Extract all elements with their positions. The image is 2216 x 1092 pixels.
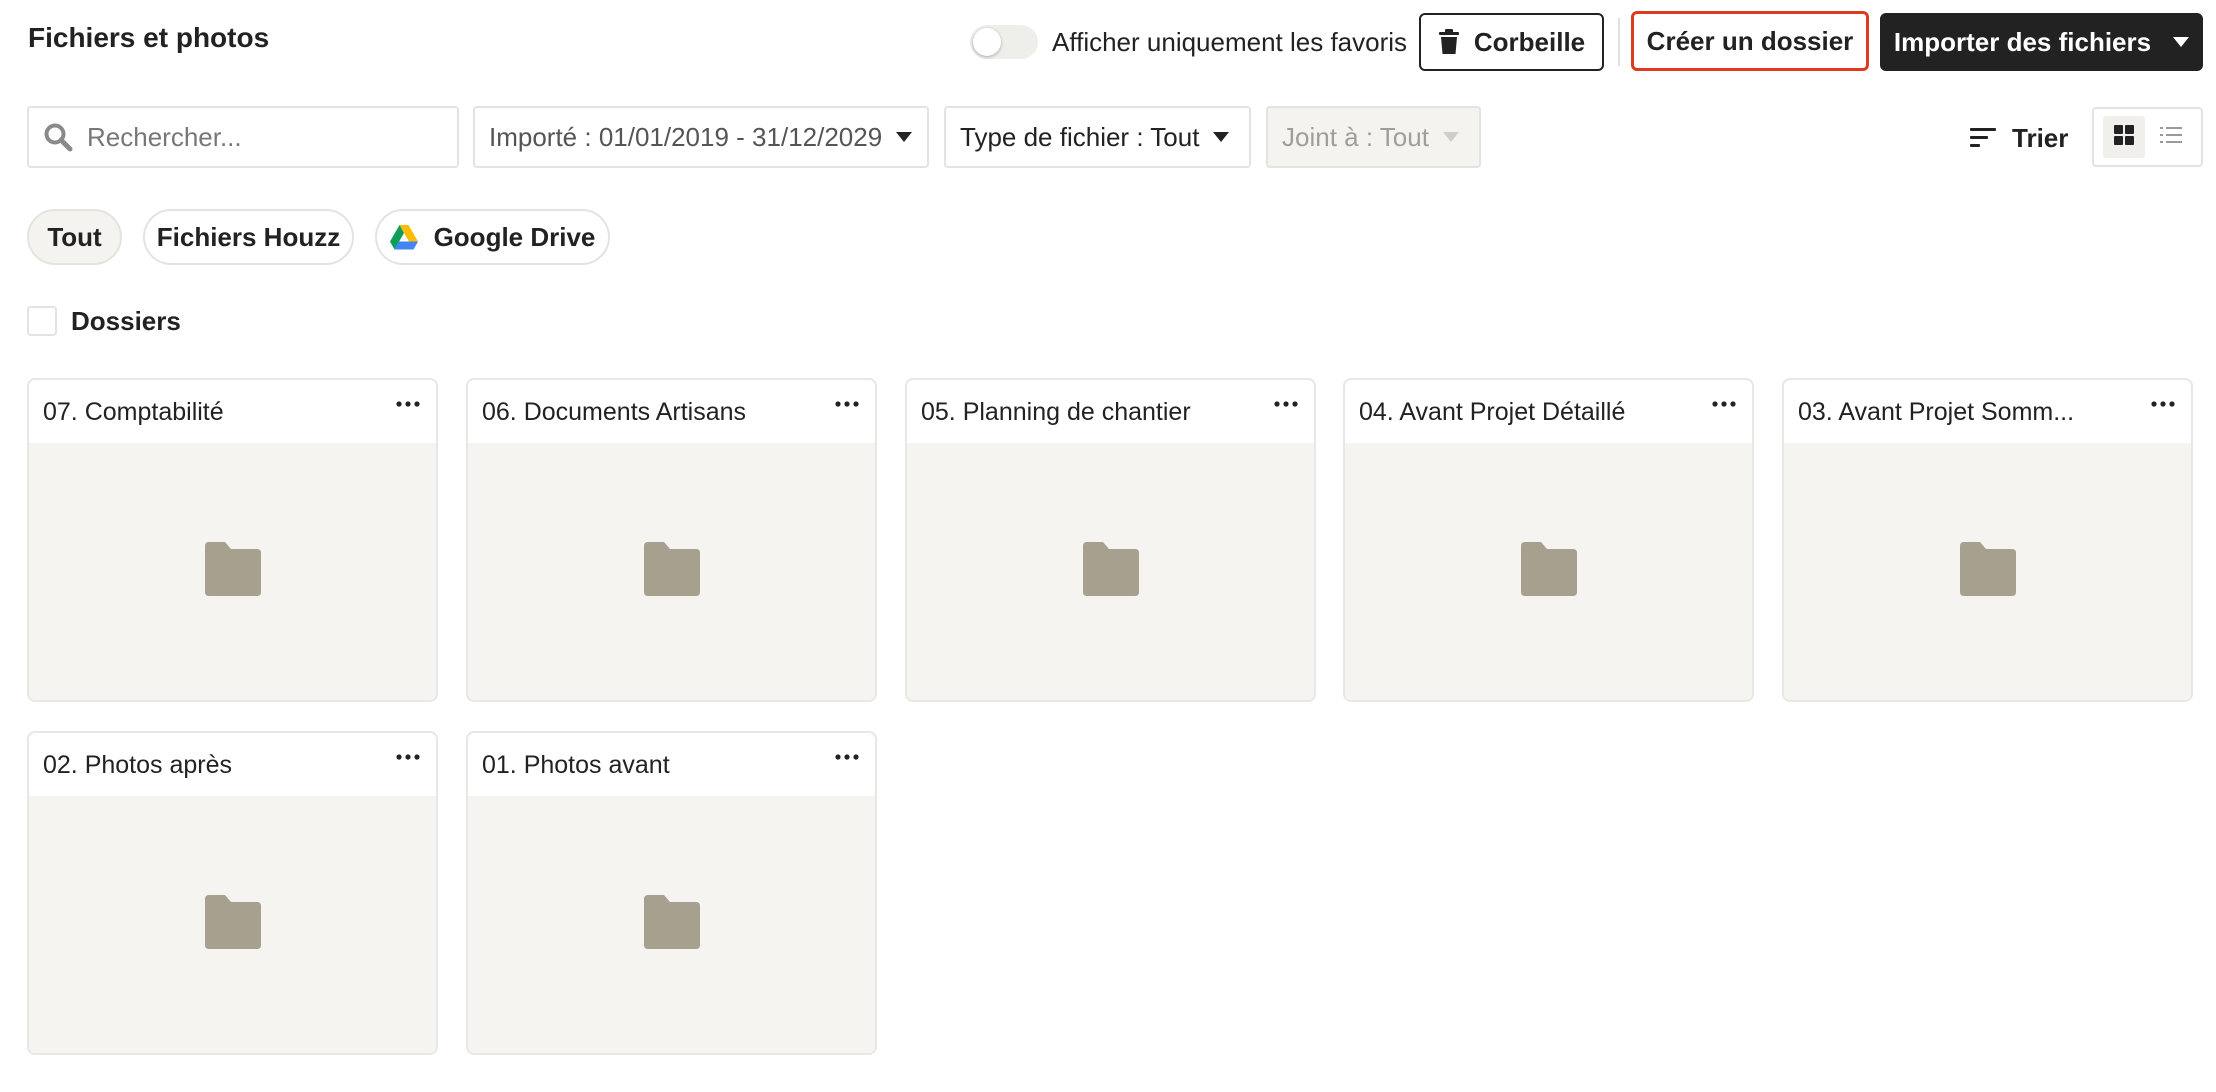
header-divider: [1618, 18, 1620, 66]
sort-label: Trier: [2012, 122, 2069, 153]
folder-preview: [1784, 443, 2191, 700]
header: Fichiers et photos Afficher uniquement l…: [0, 0, 2216, 84]
toggle-knob: [973, 28, 1001, 56]
search-input[interactable]: [85, 120, 449, 154]
folder-icon: [203, 542, 263, 601]
folders-section-label: Dossiers: [71, 305, 181, 336]
folder-preview: [468, 796, 875, 1053]
caret-down-icon: [1442, 132, 1459, 142]
folder-name: 07. Comptabilité: [43, 398, 224, 426]
folder-preview: [907, 443, 1314, 700]
folder-card-header: 04. Avant Projet Détaillé: [1345, 380, 1752, 443]
trash-icon: [1438, 29, 1460, 55]
folder-icon: [1958, 542, 2018, 601]
source-pill-all-label: Tout: [47, 221, 102, 252]
page-title: Fichiers et photos: [28, 22, 270, 53]
folder-card[interactable]: 03. Avant Projet Somm...: [1782, 378, 2193, 702]
folder-name: 01. Photos avant: [482, 751, 670, 779]
folder-card-header: 02. Photos après: [29, 733, 436, 796]
favorites-toggle[interactable]: [970, 25, 1038, 59]
favorites-toggle-label: Afficher uniquement les favoris: [1052, 26, 1408, 57]
folder-card-header: 05. Planning de chantier: [907, 380, 1314, 443]
folder-card-header: 07. Comptabilité: [29, 380, 436, 443]
folder-name: 06. Documents Artisans: [482, 398, 747, 426]
folder-icon: [1519, 542, 1579, 601]
attached-to-filter[interactable]: Joint à : Tout: [1266, 106, 1481, 168]
more-options-icon[interactable]: [831, 394, 863, 414]
file-type-filter-label: Type de fichier : Tout: [960, 121, 1200, 152]
grid-view-button[interactable]: [2102, 116, 2145, 158]
folder-name: 05. Planning de chantier: [921, 398, 1191, 426]
more-options-icon[interactable]: [1270, 394, 1302, 414]
caret-down-icon: [1213, 132, 1230, 142]
folder-card[interactable]: 05. Planning de chantier: [905, 378, 1316, 702]
folder-card[interactable]: 04. Avant Projet Détaillé: [1343, 378, 1754, 702]
view-toggle: [2092, 107, 2203, 167]
more-options-icon[interactable]: [2147, 394, 2179, 414]
more-options-icon[interactable]: [1708, 394, 1740, 414]
folder-icon: [1081, 542, 1141, 601]
select-all-folders-checkbox[interactable]: [27, 306, 57, 336]
folder-preview: [29, 443, 436, 700]
folder-card[interactable]: 01. Photos avant: [466, 731, 877, 1055]
attached-to-filter-label: Joint à : Tout: [1282, 121, 1429, 152]
imported-date-filter-label: Importé : 01/01/2019 - 31/12/2029: [489, 121, 883, 152]
more-options-icon[interactable]: [392, 747, 424, 767]
folder-name: 03. Avant Projet Somm...: [1798, 398, 2075, 426]
import-files-label: Importer des fichiers: [1893, 26, 2152, 57]
list-view-icon: [2160, 126, 2183, 149]
folder-preview: [468, 443, 875, 700]
grid-view-icon: [2113, 124, 2134, 150]
folder-card-header: 03. Avant Projet Somm...: [1784, 380, 2191, 443]
more-options-icon[interactable]: [831, 747, 863, 767]
caret-down-icon: [2173, 37, 2190, 47]
folder-card[interactable]: 02. Photos après: [27, 731, 438, 1055]
source-pill-google-drive[interactable]: Google Drive: [375, 209, 610, 265]
source-pill-google-drive-label: Google Drive: [433, 221, 596, 252]
folder-card[interactable]: 07. Comptabilité: [27, 378, 438, 702]
folder-card[interactable]: 06. Documents Artisans: [466, 378, 877, 702]
source-pill-all[interactable]: Tout: [27, 209, 122, 265]
folder-icon: [642, 542, 702, 601]
folder-card-header: 06. Documents Artisans: [468, 380, 875, 443]
source-pill-houzz[interactable]: Fichiers Houzz: [143, 209, 354, 265]
more-options-icon[interactable]: [392, 394, 424, 414]
search-box: [27, 106, 459, 168]
imported-date-filter[interactable]: Importé : 01/01/2019 - 31/12/2029: [473, 106, 929, 168]
folder-icon: [203, 895, 263, 954]
create-folder-label: Créer un dossier: [1646, 25, 1854, 56]
sort-icon: [1970, 127, 1996, 149]
trash-button[interactable]: Corbeille: [1419, 13, 1604, 71]
folder-name: 02. Photos après: [43, 751, 233, 779]
folder-preview: [29, 796, 436, 1053]
trash-button-label: Corbeille: [1473, 26, 1586, 57]
folders-section-header: Dossiers: [27, 305, 181, 337]
folder-preview: [1345, 443, 1752, 700]
list-view-button[interactable]: [2150, 116, 2192, 158]
sort-button[interactable]: Trier: [1970, 116, 2068, 160]
google-drive-icon: [389, 224, 418, 250]
file-type-filter[interactable]: Type de fichier : Tout: [944, 106, 1251, 168]
caret-down-icon: [896, 132, 913, 142]
folder-name: 04. Avant Projet Détaillé: [1359, 398, 1626, 426]
folder-card-header: 01. Photos avant: [468, 733, 875, 796]
create-folder-button[interactable]: Créer un dossier: [1631, 11, 1869, 71]
favorites-filter: Afficher uniquement les favoris: [970, 22, 1407, 62]
import-files-button[interactable]: Importer des fichiers: [1880, 13, 2203, 71]
search-icon: [43, 122, 73, 152]
folder-icon: [642, 895, 702, 954]
source-pill-houzz-label: Fichiers Houzz: [156, 221, 341, 252]
